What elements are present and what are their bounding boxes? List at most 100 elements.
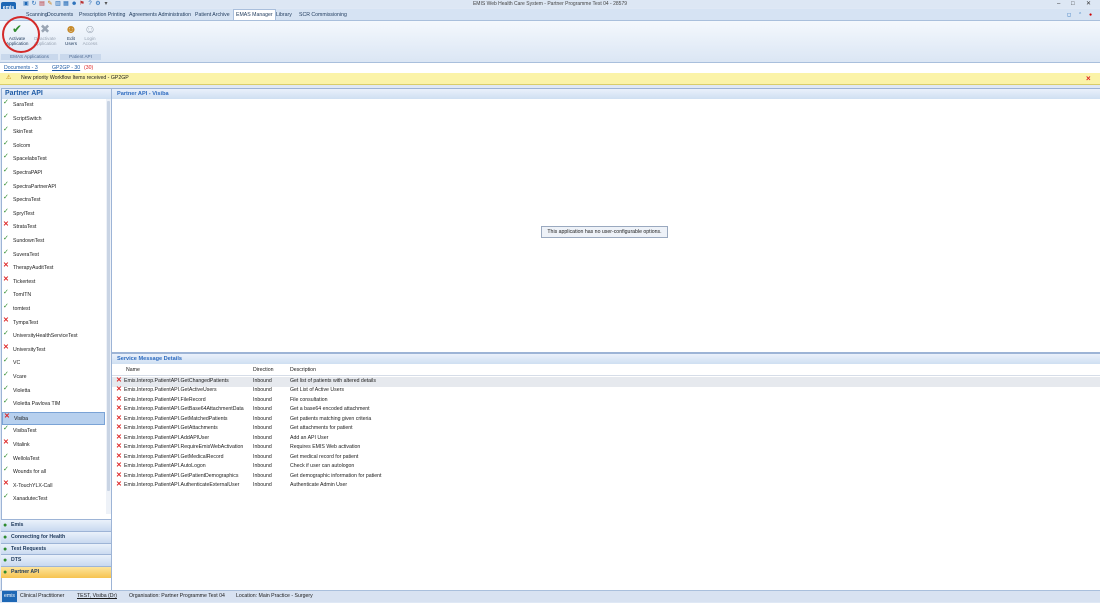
help-icon[interactable]: ? bbox=[87, 1, 93, 7]
login-access-button[interactable]: ☺ Login Access bbox=[79, 22, 101, 50]
table-row[interactable]: ✕ Emis.Interop.PatientAPI.AutoLogon Inboun… bbox=[112, 462, 1100, 472]
cross-icon: ✕ bbox=[116, 386, 122, 394]
list-item[interactable]: ✓ SpacelabsTest bbox=[2, 153, 105, 167]
refresh-icon[interactable]: ↻ bbox=[31, 1, 37, 7]
list-item[interactable]: ✕ StrataTest bbox=[2, 221, 105, 235]
cell-description: Get a base64 encoded attachment bbox=[290, 406, 370, 413]
user-name[interactable]: TEST, Visiba (Dr) bbox=[77, 591, 117, 602]
cell-description: Requires EMIS Web activation bbox=[290, 444, 361, 451]
list-item[interactable]: ✓ SpectraPAPI bbox=[2, 167, 105, 181]
check-icon: ✓ bbox=[3, 303, 9, 310]
list-item[interactable]: ✓ SprylTest bbox=[2, 208, 105, 222]
list-item[interactable]: ✕ UniversityTest bbox=[2, 344, 105, 358]
nav-section-partner-api[interactable]: ● Partner API bbox=[1, 566, 111, 579]
list-item[interactable]: ✓ XanadutecTest bbox=[2, 493, 105, 507]
tab-agreements-administration[interactable]: Agreements Administration bbox=[129, 10, 191, 20]
table-row[interactable]: ✕ Emis.Interop.PatientAPI.FileRecord Inbou… bbox=[112, 396, 1100, 406]
alert-icon[interactable]: ● bbox=[1089, 10, 1092, 20]
window-icon[interactable]: ◻ bbox=[1067, 10, 1071, 20]
tab-emas-manager[interactable]: EMAS Manager bbox=[233, 9, 276, 20]
column-description[interactable]: Description bbox=[290, 366, 316, 375]
column-direction[interactable]: Direction bbox=[253, 366, 273, 375]
table-row[interactable]: ✕ Emis.Interop.PatientAPI.GetMatchedPatie… bbox=[112, 415, 1100, 425]
list-item[interactable]: ✓ Violetta bbox=[2, 385, 105, 399]
table-row[interactable]: ✕ Emis.Interop.PatientAPI.GetActiveUsers I… bbox=[112, 386, 1100, 396]
list-item[interactable]: ✓ Wounds for all bbox=[2, 466, 105, 480]
list-item[interactable]: ✕ TympaTest bbox=[2, 317, 105, 331]
list-item[interactable]: ✓ SundownTest bbox=[2, 235, 105, 249]
list-item[interactable]: ✓ SaraTest bbox=[2, 99, 105, 113]
list-item[interactable]: ✓ Vcare bbox=[2, 371, 105, 385]
close-button[interactable]: ✕ bbox=[1086, 0, 1091, 8]
list-item[interactable]: ✓ SkinTest bbox=[2, 126, 105, 140]
list-item-label: SundownTest bbox=[13, 238, 45, 244]
list-item[interactable]: ✓ UniversityHealthServiceTest bbox=[2, 330, 105, 344]
check-icon: ✓ bbox=[3, 425, 9, 433]
group-patient-api: Patient API bbox=[60, 54, 101, 60]
table-row[interactable]: ✕ Emis.Interop.PatientAPI.GetMedicalRecor… bbox=[112, 453, 1100, 463]
list-item[interactable]: ✓ SpectraTest bbox=[2, 194, 105, 208]
list-item-label: SpacelabsTest bbox=[13, 156, 47, 163]
cell-direction: Inbound bbox=[253, 406, 272, 413]
tab-documents[interactable]: Documents bbox=[47, 10, 73, 20]
list-item[interactable]: ✓ TomITN bbox=[2, 289, 105, 303]
calendar-icon[interactable]: ▦ bbox=[63, 1, 69, 7]
cell-name: Emis.Interop.PatientAPI.GetAttachments bbox=[124, 425, 218, 432]
cross-icon: ✕ bbox=[3, 262, 9, 270]
list-item-label: UniversityTest bbox=[13, 346, 46, 353]
cross-icon: ✕ bbox=[3, 275, 9, 283]
nav-section-test-requests[interactable]: ● Test Requests bbox=[1, 542, 111, 555]
flag-icon[interactable]: ⚑ bbox=[79, 1, 85, 7]
minimize-button[interactable]: – bbox=[1057, 0, 1060, 8]
list-item[interactable]: ✕ TherapyAuditTest bbox=[2, 262, 105, 276]
list-item[interactable]: ✓ Violetta Pavlova TIM bbox=[2, 398, 105, 412]
list-item[interactable]: ✓ ScriptSwitch bbox=[2, 113, 105, 127]
list-item[interactable]: ✕ Tickertest bbox=[2, 276, 105, 290]
documents-link[interactable]: Documents - 3 bbox=[4, 63, 38, 73]
list-item[interactable]: ✓ SpectraPartnerAPI bbox=[2, 181, 105, 195]
edit-icon[interactable]: ✎ bbox=[47, 1, 53, 7]
tab-prescription-printing[interactable]: Prescription Printing bbox=[79, 10, 125, 20]
list-item[interactable]: ✓ WellolaTest bbox=[2, 453, 105, 467]
list-item-label: TympaTest bbox=[13, 319, 39, 326]
table-row[interactable]: ✕ Emis.Interop.PatientAPI.GetBase64Attach… bbox=[112, 405, 1100, 415]
list-item[interactable]: ✕ Visiba bbox=[2, 411, 105, 426]
table-row[interactable]: ✕ Emis.Interop.PatientAPI.AuthenticateExt… bbox=[112, 481, 1100, 491]
list-item[interactable]: ✓ Solcom bbox=[2, 140, 105, 154]
table-row[interactable]: ✕ Emis.Interop.PatientAPI.GetAttachments I… bbox=[112, 424, 1100, 434]
list-item[interactable]: ✓ VC bbox=[2, 357, 105, 371]
maximize-button[interactable]: □ bbox=[1071, 0, 1075, 8]
check-icon: ✓ bbox=[3, 99, 9, 106]
location: Location: Main Practice - Surgery bbox=[236, 593, 313, 599]
scrollbar-thumb[interactable] bbox=[107, 101, 110, 491]
close-notification-icon[interactable]: × bbox=[1086, 73, 1091, 84]
save-icon[interactable]: ▣ bbox=[23, 1, 29, 7]
tools-icon[interactable]: ⚙ bbox=[95, 1, 101, 7]
table-row[interactable]: ✕ Emis.Interop.PatientAPI.GetPatientDemog… bbox=[112, 472, 1100, 482]
check-icon: ✓ bbox=[3, 235, 9, 242]
nav-section-label: Emis bbox=[11, 522, 24, 528]
nav-section-connecting-for-health[interactable]: ● Connecting for Health bbox=[1, 530, 111, 543]
list-item[interactable]: ✕ X-TouchYLX-Call bbox=[2, 480, 105, 494]
tab-patient-archive[interactable]: Patient Archive bbox=[195, 10, 230, 20]
nav-section-dts[interactable]: ● DTS bbox=[1, 554, 111, 567]
check-icon: ✓ bbox=[3, 207, 9, 215]
dropdown-icon[interactable]: ▾ bbox=[103, 1, 109, 7]
gp2gp-link[interactable]: GP2GP - 30 bbox=[52, 63, 80, 73]
users-icon[interactable]: ☻ bbox=[71, 1, 77, 7]
nav-section-emis[interactable]: ● Emis bbox=[1, 519, 111, 531]
table-row[interactable]: ✕ Emis.Interop.PatientAPI.RequireEmisWebA… bbox=[112, 443, 1100, 453]
cross-icon: ✕ bbox=[116, 452, 122, 460]
list-item[interactable]: ✓ SuveraTest bbox=[2, 249, 105, 263]
table-row[interactable]: ✕ Emis.Interop.PatientAPI.AddAPIUser Inbou… bbox=[112, 434, 1100, 444]
print-icon[interactable]: ▤ bbox=[39, 1, 45, 7]
book-icon[interactable]: ▥ bbox=[55, 1, 61, 7]
collapse-ribbon-icon[interactable]: ⌃ bbox=[1078, 10, 1082, 20]
tab-library[interactable]: Library bbox=[276, 10, 292, 20]
list-item[interactable]: ✓ tomtest bbox=[2, 303, 105, 317]
list-item[interactable]: ✕ Vitalink bbox=[2, 439, 105, 453]
tab-scr-commissioning[interactable]: SCR Commissioning bbox=[299, 10, 347, 20]
column-name[interactable]: Name bbox=[126, 366, 140, 375]
table-row[interactable]: ✕ Emis.Interop.PatientAPI.GetChangedPatie… bbox=[112, 377, 1100, 387]
list-item[interactable]: ✓ VisibaTest bbox=[2, 425, 105, 439]
